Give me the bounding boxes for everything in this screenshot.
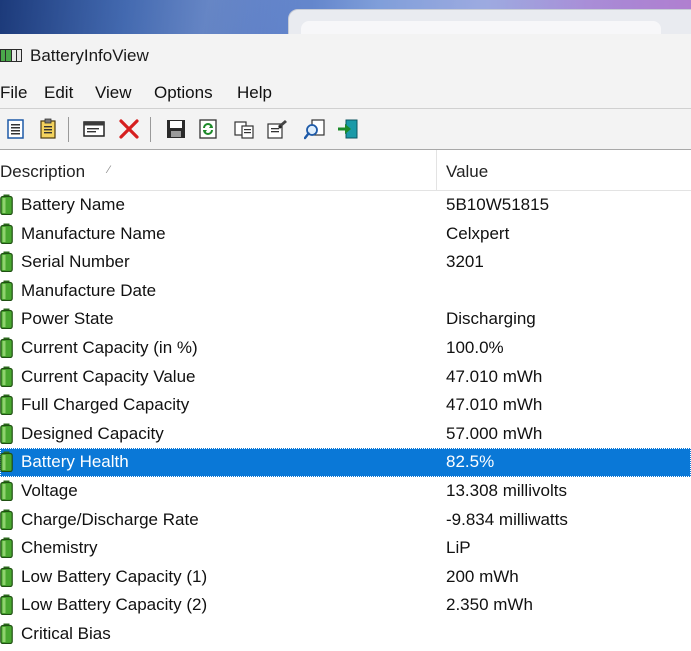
menu-file[interactable]: File bbox=[0, 83, 27, 103]
list-header: Description ⁄ Value bbox=[0, 150, 691, 191]
list-rows: Battery Name 5B10W51815 Manufacture Name Ce… bbox=[0, 191, 691, 649]
row-description: Manufacture Name bbox=[21, 223, 166, 243]
menu-view[interactable]: View bbox=[95, 83, 132, 103]
row-value: 47.010 mWh bbox=[446, 395, 543, 415]
row-description: Full Charged Capacity bbox=[21, 395, 190, 415]
battery-icon bbox=[0, 480, 13, 502]
row-description: Power State bbox=[21, 309, 114, 329]
save-icon[interactable] bbox=[165, 118, 187, 140]
row-description: Low Battery Capacity (2) bbox=[21, 595, 208, 615]
battery-icon bbox=[0, 451, 13, 473]
row-description: Critical Bias bbox=[21, 623, 111, 643]
exit-icon[interactable] bbox=[337, 118, 359, 140]
row-description: Chemistry bbox=[21, 538, 98, 558]
battery-icon bbox=[0, 423, 13, 444]
copy-icon[interactable] bbox=[233, 118, 255, 140]
toolbar-separator bbox=[150, 117, 151, 142]
desktop-background bbox=[0, 0, 691, 34]
row-description: Current Capacity (in %) bbox=[21, 337, 198, 357]
row-description: Serial Number bbox=[21, 252, 130, 272]
table-row[interactable]: Low Battery Capacity (2) 2.350 mWh bbox=[0, 591, 691, 620]
column-header-description[interactable]: Description bbox=[0, 162, 85, 182]
toolbar-separator bbox=[68, 117, 69, 142]
table-row[interactable]: Charge/Discharge Rate -9.834 milliwatts bbox=[0, 506, 691, 535]
battery-icon bbox=[0, 566, 13, 587]
row-value: 5B10W51815 bbox=[446, 195, 550, 214]
table-row[interactable]: Power State Discharging bbox=[0, 305, 691, 334]
row-description: Battery Name bbox=[21, 195, 125, 214]
row-value: 3201 bbox=[446, 252, 484, 272]
table-row[interactable]: Current Capacity (in %) 100.0% bbox=[0, 334, 691, 363]
table-row[interactable]: Manufacture Name Celxpert bbox=[0, 220, 691, 249]
battery-icon bbox=[0, 308, 13, 330]
row-value: 13.308 millivolts bbox=[446, 480, 567, 500]
row-value: Discharging bbox=[446, 309, 536, 329]
delete-icon[interactable] bbox=[118, 118, 140, 140]
menu-bar: File Edit View Options Help bbox=[0, 78, 691, 108]
table-row[interactable]: Serial Number 3201 bbox=[0, 248, 691, 277]
toolbar bbox=[0, 108, 691, 150]
background-window bbox=[288, 9, 691, 34]
properties-icon[interactable] bbox=[266, 118, 288, 140]
row-description: Voltage bbox=[21, 480, 78, 500]
row-description: Charge/Discharge Rate bbox=[21, 509, 199, 529]
battery-icon bbox=[0, 337, 13, 359]
battery-icon bbox=[0, 623, 13, 645]
row-value: 47.010 mWh bbox=[446, 366, 543, 386]
row-value: 57.000 mWh bbox=[446, 423, 543, 443]
battery-icon bbox=[0, 194, 13, 216]
table-row[interactable]: Designed Capacity 57.000 mWh bbox=[0, 420, 691, 449]
battery-icon bbox=[0, 223, 13, 244]
menu-edit[interactable]: Edit bbox=[44, 83, 73, 103]
row-value: -9.834 milliwatts bbox=[446, 509, 568, 529]
table-row[interactable]: Critical Bias bbox=[0, 620, 691, 649]
html-report-selected-icon[interactable] bbox=[37, 118, 59, 140]
background-window-inner bbox=[301, 21, 661, 34]
row-value: 200 mWh bbox=[446, 566, 519, 586]
window-title: BatteryInfoView bbox=[30, 46, 149, 65]
html-report-all-icon[interactable] bbox=[5, 118, 27, 140]
row-description: Designed Capacity bbox=[21, 423, 164, 443]
row-value: 2.350 mWh bbox=[446, 595, 533, 615]
sort-ascending-icon: ⁄ bbox=[108, 164, 110, 176]
title-bar: BatteryInfoView bbox=[0, 34, 691, 78]
battery-icon bbox=[0, 280, 13, 301]
row-value: Celxpert bbox=[446, 223, 510, 243]
menu-help[interactable]: Help bbox=[237, 83, 272, 103]
menu-options[interactable]: Options bbox=[154, 83, 213, 103]
table-row[interactable]: Chemistry LiP bbox=[0, 534, 691, 563]
table-row[interactable]: Manufacture Date bbox=[0, 277, 691, 306]
battery-icon bbox=[0, 251, 13, 273]
row-value: 100.0% bbox=[446, 337, 504, 357]
battery-info-list[interactable]: Description ⁄ Value Battery Name 5B10W518… bbox=[0, 150, 691, 651]
table-row[interactable]: Battery Name 5B10W51815 bbox=[0, 191, 691, 220]
row-description: Battery Health bbox=[21, 452, 129, 472]
column-divider[interactable] bbox=[436, 150, 437, 190]
table-row[interactable]: Current Capacity Value 47.010 mWh bbox=[0, 363, 691, 392]
properties-window-icon[interactable] bbox=[83, 118, 105, 140]
row-value: LiP bbox=[446, 538, 471, 558]
row-value: 82.5% bbox=[446, 452, 495, 472]
table-row[interactable]: Low Battery Capacity (1) 200 mWh bbox=[0, 563, 691, 592]
table-row[interactable]: Full Charged Capacity 47.010 mWh bbox=[0, 391, 691, 420]
battery-icon bbox=[0, 394, 13, 416]
battery-icon bbox=[0, 537, 13, 559]
row-description: Low Battery Capacity (1) bbox=[21, 566, 208, 586]
battery-icon bbox=[0, 509, 13, 530]
row-description: Manufacture Date bbox=[21, 280, 157, 300]
battery-icon bbox=[0, 366, 13, 387]
row-description: Current Capacity Value bbox=[21, 366, 196, 386]
table-row[interactable]: Voltage 13.308 millivolts bbox=[0, 477, 691, 506]
battery-app-icon bbox=[0, 49, 22, 62]
refresh-icon[interactable] bbox=[197, 118, 219, 140]
find-icon[interactable] bbox=[303, 118, 326, 140]
column-header-value[interactable]: Value bbox=[446, 162, 488, 182]
table-row[interactable]: Battery Health 82.5% bbox=[0, 448, 691, 477]
battery-icon bbox=[0, 594, 13, 616]
